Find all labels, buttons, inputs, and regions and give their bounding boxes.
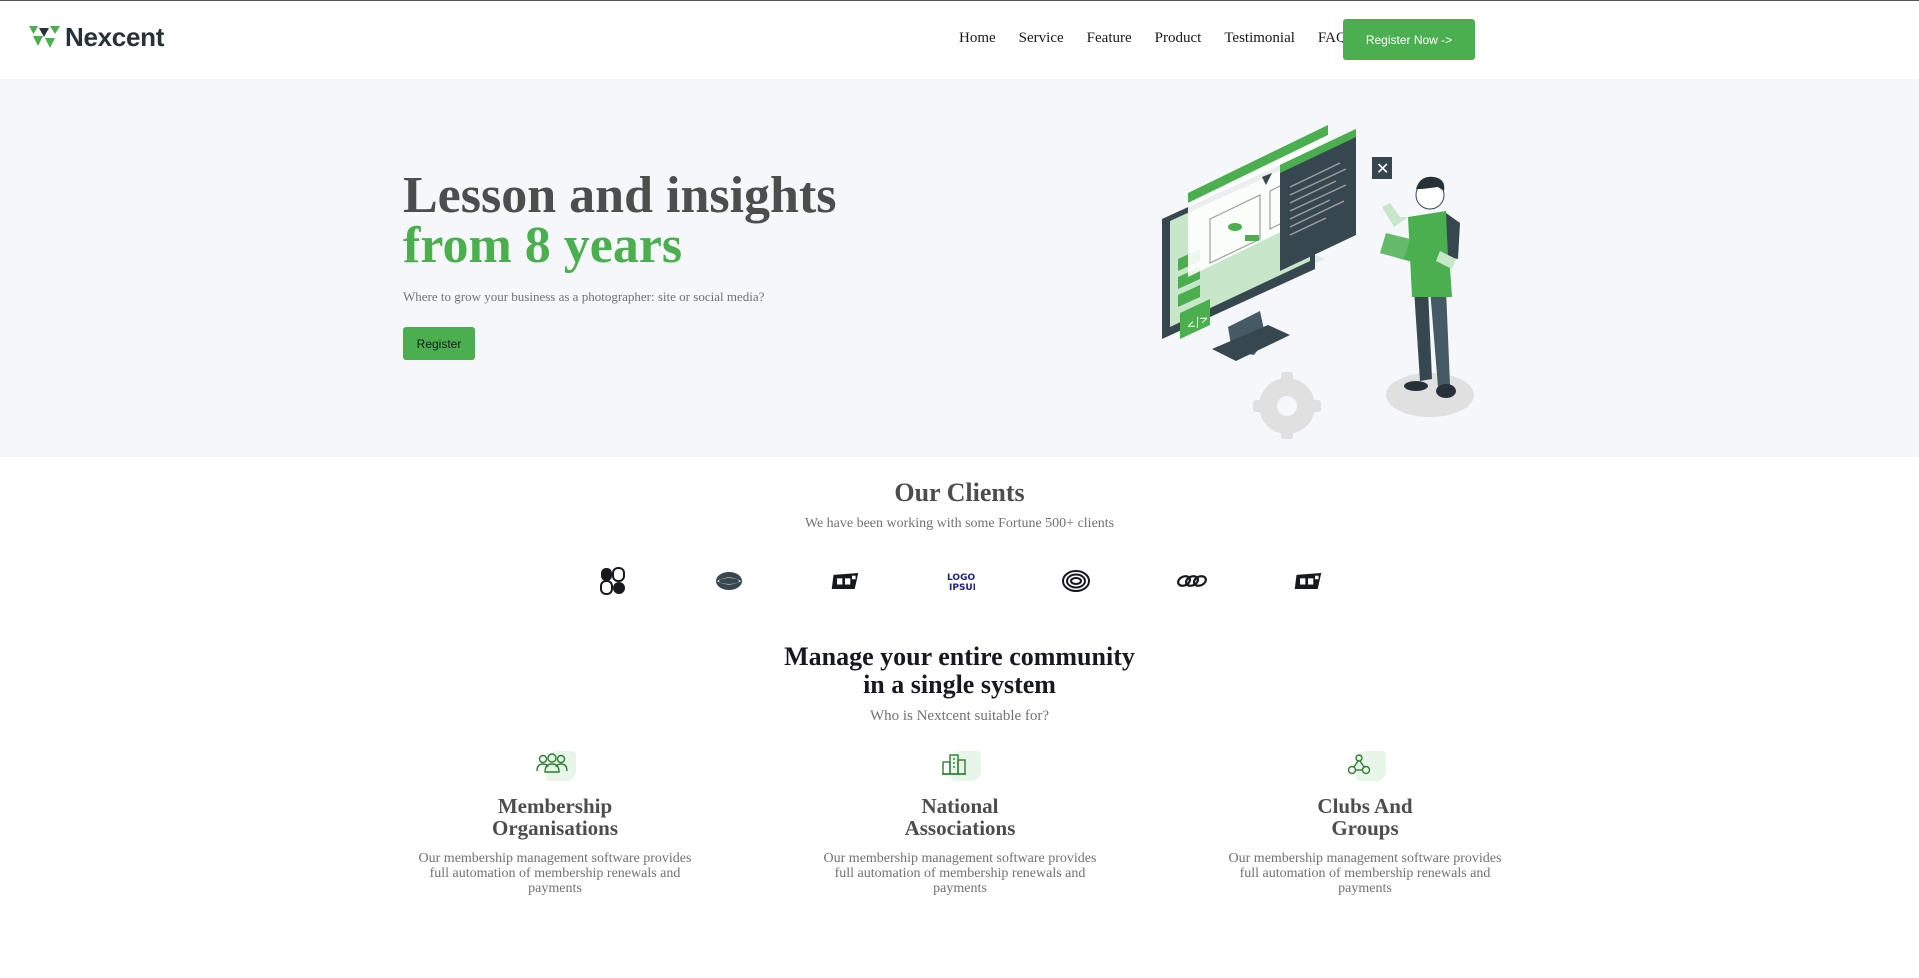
client-logo-7 xyxy=(1293,566,1323,596)
client-logo-3 xyxy=(830,566,860,596)
clients-subtitle: We have been working with some Fortune 5… xyxy=(804,516,1115,531)
network-icon xyxy=(1344,751,1386,783)
community-title: Manage your entire community in a single… xyxy=(0,643,1919,699)
users-icon xyxy=(534,751,576,783)
developer-monitor-illustration: </> ✕ xyxy=(1162,125,1474,439)
clients-title: Our Clients xyxy=(894,478,1025,507)
card-title-line1: Membership xyxy=(497,794,613,818)
community-title-line2: in a single system xyxy=(863,670,1056,699)
client-logo-2 xyxy=(714,566,744,596)
card-title: Clubs And Groups xyxy=(1210,795,1520,839)
card-description: Our membership management software provi… xyxy=(418,851,692,896)
card-title: Membership Organisations xyxy=(400,795,710,839)
nav-product[interactable]: Product xyxy=(1155,30,1202,47)
card-clubs-and-groups: Clubs And Groups Our membership manageme… xyxy=(1210,751,1520,896)
svg-text:LOGO: LOGO xyxy=(947,573,975,583)
main-nav: Home Service Feature Product Testimonial… xyxy=(959,30,1370,47)
card-title-line2: Associations xyxy=(904,816,1016,840)
client-logo-6 xyxy=(1177,566,1208,596)
card-title-line2: Groups xyxy=(1331,816,1399,840)
client-logos: LOGOIPSUM xyxy=(598,566,1323,596)
card-national-associations: National Associations Our membership man… xyxy=(805,751,1115,896)
card-title-line2: Organisations xyxy=(491,816,619,840)
hero-register-button[interactable]: Register xyxy=(403,327,475,360)
client-logo-4: LOGOIPSUM xyxy=(945,566,975,596)
nav-testimonial[interactable]: Testimonial xyxy=(1224,30,1295,47)
nav-home[interactable]: Home xyxy=(959,30,996,47)
header: Nexcent Home Service Feature Product Tes… xyxy=(0,1,1919,79)
brand-name: Nexcent xyxy=(65,22,165,52)
hero-title: Lesson and insights from 8 years xyxy=(403,170,837,274)
hero-section: Lesson and insights from 8 years Where t… xyxy=(0,79,1919,457)
card-description: Our membership management software provi… xyxy=(823,851,1097,896)
card-title: National Associations xyxy=(805,795,1115,839)
client-logo-5 xyxy=(1061,566,1091,596)
community-title-line1: Manage your entire community xyxy=(784,642,1135,671)
svg-text:✕: ✕ xyxy=(1376,159,1389,178)
hero-title-line1: Lesson and insights xyxy=(403,167,837,224)
nexcent-logo-icon xyxy=(29,25,60,48)
svg-text:IPSUM: IPSUM xyxy=(949,583,975,593)
hero-title-line2: from 8 years xyxy=(403,217,683,274)
hero-subtitle: Where to grow your business as a photogr… xyxy=(403,289,765,304)
client-logo-1 xyxy=(598,566,628,596)
card-description: Our membership management software provi… xyxy=(1228,851,1502,896)
card-title-line1: Clubs And xyxy=(1317,794,1413,818)
card-title-line1: National xyxy=(921,794,999,818)
register-now-button[interactable]: Register Now -> xyxy=(1343,19,1475,60)
nav-service[interactable]: Service xyxy=(1019,30,1064,47)
community-subtitle: Who is Nextcent suitable for? xyxy=(869,708,1050,724)
nav-feature[interactable]: Feature xyxy=(1087,30,1132,47)
brand-logo[interactable]: Nexcent xyxy=(29,22,164,53)
building-icon xyxy=(939,751,981,783)
card-membership-organisations: Membership Organisations Our membership … xyxy=(400,751,710,896)
